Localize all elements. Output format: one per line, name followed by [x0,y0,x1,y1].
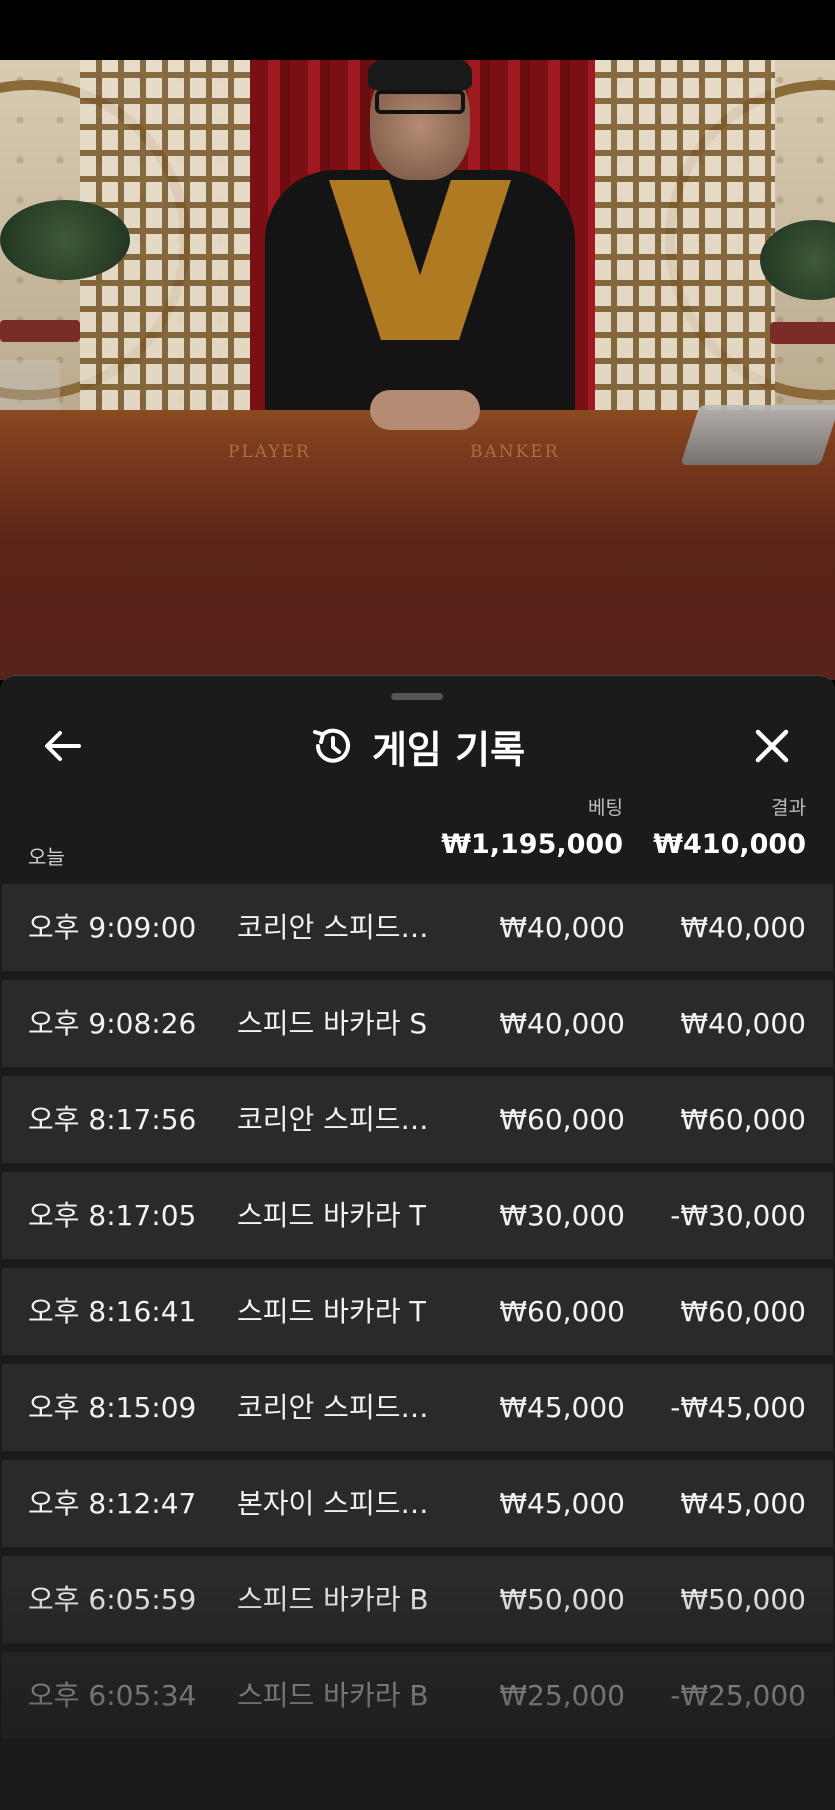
row-result: ₩40,000 [680,1007,806,1040]
drag-handle[interactable] [391,693,443,700]
table-label-player: PLAYER [228,442,311,462]
row-time: 오후 8:15:09 [28,1391,197,1424]
result-column-label: 결과 [771,797,806,819]
history-row[interactable]: 오후 8:17:05 스피드 바카라 T ₩30,000 -₩30,000 [2,1172,833,1259]
row-time: 오후 8:17:05 [28,1199,197,1232]
history-list: 오후 9:09:00 코리안 스피드 바카라 ₩40,000 ₩40,000 오… [2,884,833,1748]
row-result: ₩45,000 [680,1487,806,1520]
row-game: 코리안 스피드 바카라 [237,1103,432,1136]
history-row[interactable]: 오후 8:17:56 코리안 스피드 바카라 ₩60,000 ₩60,000 [2,1076,833,1163]
game-history-sheet: 게임 기록 오늘 베팅 결과 ₩1,195,000 ₩410,000 오후 9:… [0,675,835,1810]
dealer-hands [370,390,480,430]
row-time: 오후 6:05:59 [28,1583,197,1616]
row-result: ₩60,000 [680,1295,806,1328]
row-result: -₩30,000 [670,1199,806,1232]
live-dealer-video: PLAYER BANKER [0,60,835,680]
history-row[interactable]: 오후 6:05:59 스피드 바카라 B ₩50,000 ₩50,000 [2,1556,833,1643]
history-row[interactable]: 오후 8:16:41 스피드 바카라 T ₩60,000 ₩60,000 [2,1268,833,1355]
row-bet: ₩45,000 [499,1391,625,1424]
row-bet: ₩40,000 [499,911,625,944]
sheet-header: 게임 기록 [0,706,835,786]
row-result: -₩45,000 [670,1391,806,1424]
row-bet: ₩40,000 [499,1007,625,1040]
row-result: -₩25,000 [670,1679,806,1712]
row-time: 오후 8:12:47 [28,1487,197,1520]
row-time: 오후 9:09:00 [28,911,197,944]
row-bet: ₩60,000 [499,1103,625,1136]
row-bet: ₩50,000 [499,1583,625,1616]
row-bet: ₩60,000 [499,1295,625,1328]
table-label-banker: BANKER [470,442,560,462]
today-label: 오늘 [28,845,65,869]
row-result: ₩50,000 [680,1583,806,1616]
row-time: 오후 6:05:34 [28,1679,197,1712]
bet-column-label: 베팅 [588,797,623,819]
lattice-screen-right [595,60,775,410]
sheet-title: 게임 기록 [371,727,526,772]
bonsai-left [0,200,130,280]
row-time: 오후 9:08:26 [28,1007,197,1040]
row-bet: ₩25,000 [499,1679,625,1712]
bet-total: ₩1,195,000 [441,829,623,860]
history-row[interactable]: 오후 9:08:26 스피드 바카라 S ₩40,000 ₩40,000 [2,980,833,1067]
history-row[interactable]: 오후 8:15:09 코리안 스피드 바카라 ₩45,000 -₩45,000 [2,1364,833,1451]
history-row[interactable]: 오후 6:05:34 스피드 바카라 B ₩25,000 -₩25,000 [2,1652,833,1739]
status-bar [0,0,835,60]
row-time: 오후 8:17:56 [28,1103,197,1136]
row-game: 본자이 스피드 바카라 [237,1487,432,1520]
row-result: ₩40,000 [680,911,806,944]
row-result: ₩60,000 [680,1103,806,1136]
row-game: 스피드 바카라 B [237,1679,429,1712]
arrow-left-icon [45,731,81,761]
bonsai-pot-left [0,320,80,342]
row-bet: ₩45,000 [499,1487,625,1520]
row-bet: ₩30,000 [499,1199,625,1232]
back-button[interactable] [30,718,94,774]
row-game: 스피드 바카라 T [237,1295,427,1328]
card-shoe [680,405,835,465]
row-game: 스피드 바카라 S [237,1007,428,1040]
dealer-glasses [375,90,465,114]
history-row[interactable]: 오후 8:12:47 본자이 스피드 바카라 ₩45,000 ₩45,000 [2,1460,833,1547]
result-total: ₩410,000 [653,829,806,860]
row-game: 스피드 바카라 B [237,1583,429,1616]
close-icon [755,729,789,763]
bonsai-pot-right [770,322,835,344]
row-game: 스피드 바카라 T [237,1199,427,1232]
history-row[interactable]: 오후 9:09:00 코리안 스피드 바카라 ₩40,000 ₩40,000 [2,884,833,971]
row-game: 코리안 스피드 바카라 [237,1391,432,1424]
summary-header: 오늘 베팅 결과 ₩1,195,000 ₩410,000 [0,791,835,881]
row-game: 코리안 스피드 바카라 [237,911,432,944]
close-button[interactable] [738,718,806,774]
row-time: 오후 8:16:41 [28,1295,197,1328]
dealer-hair [368,60,472,92]
history-icon [312,728,350,763]
